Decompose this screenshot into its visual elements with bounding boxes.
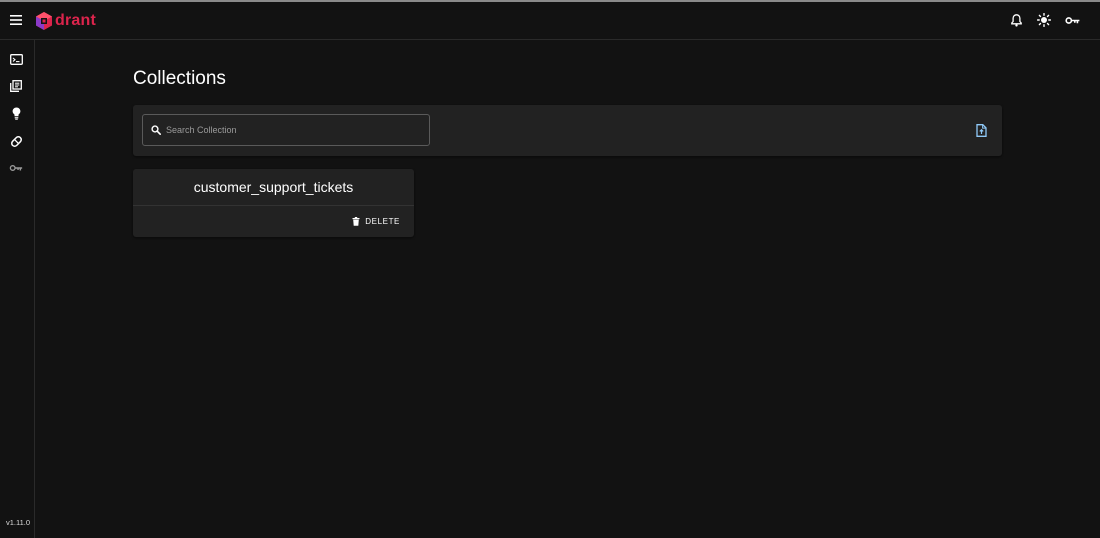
collections-icon[interactable] xyxy=(8,78,24,94)
search-input[interactable] xyxy=(166,125,416,135)
upload-file-icon[interactable] xyxy=(974,122,988,138)
search-field[interactable] xyxy=(142,114,430,146)
console-icon[interactable] xyxy=(8,51,24,67)
logo-text: drant xyxy=(55,12,96,29)
search-icon xyxy=(151,125,161,135)
menu-icon[interactable] xyxy=(7,11,25,29)
version-label: v1.11.0 xyxy=(6,518,31,527)
datasets-icon[interactable] xyxy=(8,133,24,149)
collection-card: customer_support_tickets DELETE xyxy=(133,169,414,237)
collection-name[interactable]: customer_support_tickets xyxy=(133,169,414,206)
key-icon[interactable] xyxy=(8,160,24,176)
sun-icon[interactable] xyxy=(1036,11,1052,29)
qdrant-logo[interactable]: drant xyxy=(35,10,96,32)
app-bar: drant xyxy=(0,2,1100,40)
key-icon[interactable] xyxy=(1064,11,1080,29)
qdrant-logo-icon xyxy=(36,12,52,30)
header-actions xyxy=(1008,11,1080,29)
sidebar: v1.11.0 xyxy=(0,40,35,538)
delete-label: DELETE xyxy=(365,216,400,226)
bell-icon[interactable] xyxy=(1008,11,1024,29)
page-title: Collections xyxy=(133,68,226,89)
trash-icon xyxy=(352,216,360,226)
lightbulb-icon[interactable] xyxy=(8,105,24,121)
delete-button[interactable]: DELETE xyxy=(352,214,400,228)
collections-toolbar xyxy=(133,105,1002,156)
